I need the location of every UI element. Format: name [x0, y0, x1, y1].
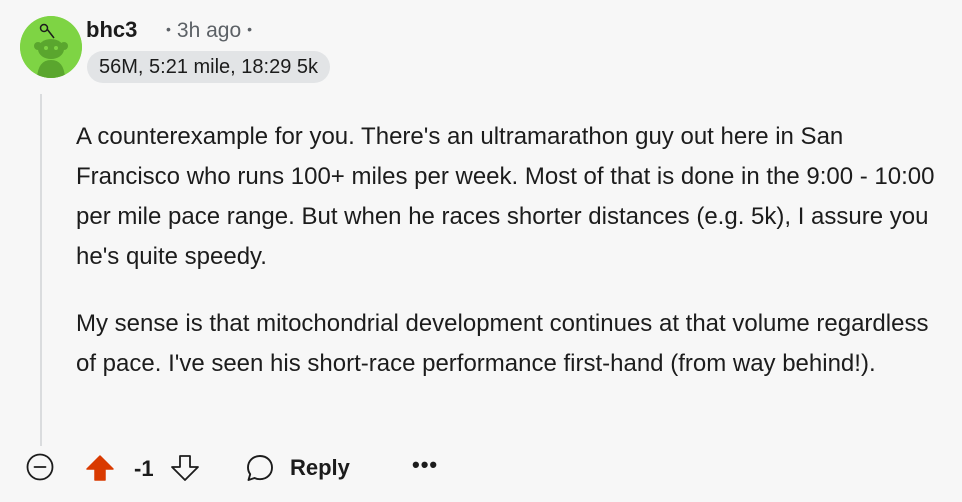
upvote-arrow-icon[interactable] [85, 453, 115, 483]
vote-score: -1 [134, 456, 154, 481]
reddit-snoo-avatar-icon [20, 16, 82, 78]
thread-line[interactable] [40, 94, 42, 446]
more-options-button[interactable]: ••• [412, 452, 438, 478]
avatar[interactable] [20, 16, 82, 78]
timestamp[interactable]: 3h ago [177, 19, 241, 42]
separator-dot: • [166, 21, 171, 37]
comment-paragraph: A counterexample for you. There's an ult… [76, 123, 935, 270]
comment-meta: • 3h ago • [160, 19, 258, 43]
comment-body: A counterexample for you. There's an ult… [76, 117, 946, 411]
comment-action-bar: -1 Reply ••• [0, 448, 962, 492]
minus-circle-icon[interactable] [26, 453, 54, 481]
speech-bubble-icon [247, 455, 273, 481]
comment: bhc3 • 3h ago • 56M, 5:21 mile, 18:29 5k A… [0, 0, 962, 502]
reply-button[interactable]: Reply [244, 450, 350, 486]
comment-paragraph: My sense is that mitochondrial developme… [76, 310, 929, 377]
downvote-arrow-icon[interactable] [170, 453, 200, 483]
separator-dot: • [247, 21, 253, 37]
user-flair: 56M, 5:21 mile, 18:29 5k [87, 51, 331, 83]
reply-label: Reply [290, 455, 350, 480]
username[interactable]: bhc3 [86, 17, 137, 43]
